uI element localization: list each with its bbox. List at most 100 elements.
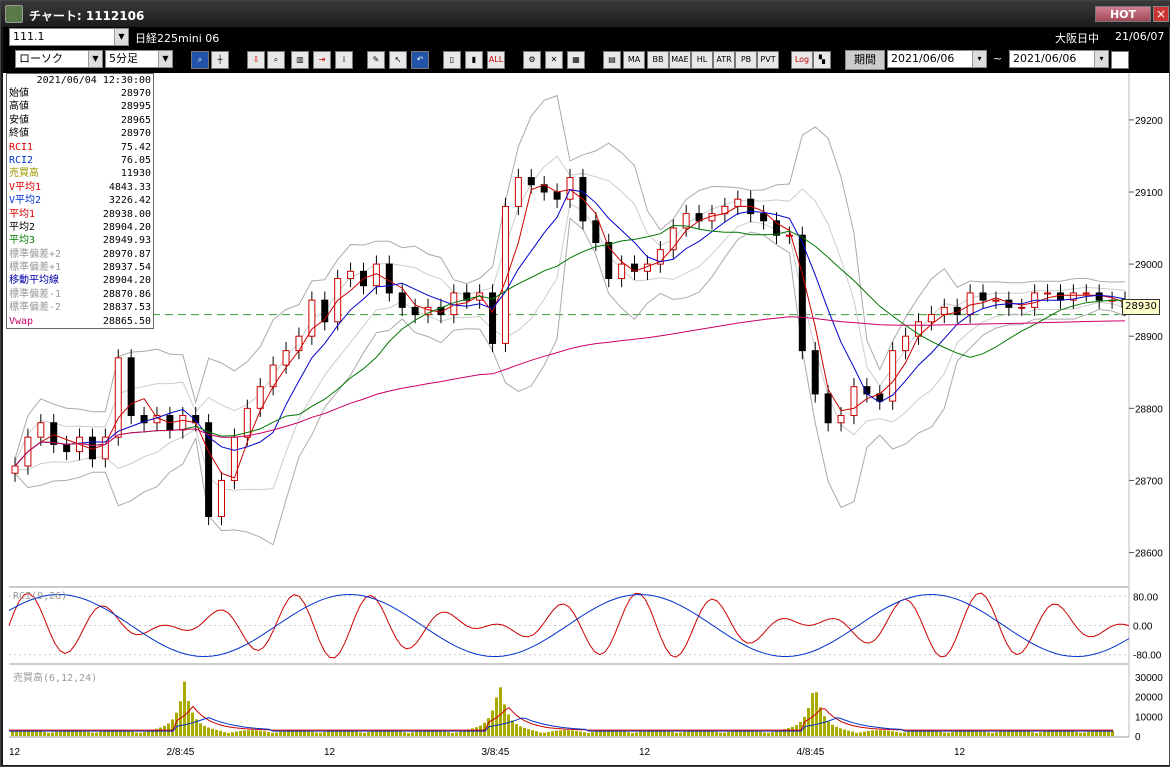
info-key: RCI1 — [9, 141, 34, 153]
volume-bar — [639, 731, 642, 736]
volume-bar — [907, 731, 910, 736]
volume-bar — [51, 732, 54, 736]
chevron-down-icon[interactable]: ▼ — [88, 51, 102, 67]
volume-bar — [683, 731, 686, 736]
candle-body — [385, 263, 393, 294]
interval-value: 5分足 — [109, 52, 138, 65]
hl-button[interactable]: HL — [691, 51, 713, 69]
volume-bar — [903, 732, 906, 736]
mae-button[interactable]: MAE — [669, 51, 691, 69]
y-tick-label: 28900 — [1135, 332, 1163, 343]
volume-bar — [899, 732, 902, 736]
volume-bar — [211, 728, 214, 736]
toolbar: ローソク ▼ 5分足 ▼ ⌕ ┼ ⇩ ⌕ ▥ ⇥ i ✎ ↖ ↶ ▯ ▮ ALL… — [3, 47, 1169, 73]
bb-button[interactable]: BB — [647, 51, 669, 69]
crosshair-icon[interactable]: ┼ — [211, 51, 229, 69]
volume-tick-label: 0 — [1135, 732, 1141, 743]
info-value: 28904.20 — [102, 221, 151, 233]
calendar-icon[interactable]: ▾ — [972, 51, 986, 67]
volume-bar — [411, 732, 414, 736]
volume-bar — [59, 730, 62, 736]
volume-bar — [719, 732, 722, 736]
chart-type-select[interactable]: ローソク ▼ — [15, 50, 103, 68]
app-icon — [5, 5, 23, 23]
volume-bar — [635, 732, 638, 736]
info-row: 高値 28995 — [7, 100, 153, 113]
bar-chart-icon[interactable]: ▥ — [291, 51, 309, 69]
undo-icon[interactable]: ↶ — [411, 51, 429, 69]
atr-button[interactable]: ATR — [713, 51, 735, 69]
volume-bar — [575, 730, 578, 736]
all-button[interactable]: ALL — [487, 51, 505, 69]
info-key: 平均2 — [9, 221, 36, 233]
pb-button[interactable]: PB — [735, 51, 757, 69]
volume-bar — [283, 731, 286, 736]
volume-bar — [583, 732, 586, 736]
volume-bar — [235, 731, 238, 736]
rci-tick-label: -80.00 — [1133, 651, 1162, 662]
volume-bar — [551, 731, 554, 736]
volume-bar — [767, 732, 770, 736]
volume-bar — [275, 732, 278, 736]
candle-body — [398, 292, 406, 308]
volume-bar — [191, 712, 194, 736]
info-key: Vwap — [9, 315, 34, 327]
chart-area[interactable]: 29200 29100 29000 28900 28800 28700 28600 12 2/8… — [3, 73, 1169, 765]
volume-bar — [323, 731, 326, 736]
arrow-icon[interactable]: ↖ — [389, 51, 407, 69]
zoom-icon[interactable]: ⌕ — [191, 51, 209, 69]
volume-bar — [351, 730, 354, 736]
volume-bar — [1075, 732, 1078, 736]
pvt-button[interactable]: PVT — [757, 51, 779, 69]
volume-bar — [91, 732, 94, 736]
candle-b-icon[interactable]: ▮ — [465, 51, 483, 69]
period-checkbox[interactable] — [1111, 51, 1129, 69]
exit-icon[interactable]: ⇥ — [313, 51, 331, 69]
volume-bar — [1047, 730, 1050, 736]
log-button[interactable]: Log — [791, 51, 813, 69]
candle-body — [850, 386, 858, 417]
volume-bar — [887, 730, 890, 736]
volume-bar — [447, 732, 450, 736]
candle-body — [618, 263, 626, 280]
interval-select[interactable]: 5分足 ▼ — [105, 50, 173, 68]
volume-bar — [11, 731, 14, 736]
info-icon[interactable]: i — [335, 51, 353, 69]
wrench-icon[interactable]: ✕ — [545, 51, 563, 69]
tools-icon[interactable]: ⚙ — [523, 51, 541, 69]
info-key: 始値 — [9, 88, 29, 99]
grid-icon[interactable]: ▚ — [813, 51, 831, 69]
info-row: 売買高 11930 — [7, 167, 153, 180]
volume-bar — [263, 731, 266, 736]
volume-bar — [823, 716, 826, 736]
volume-bar — [863, 731, 866, 736]
volume-bar — [835, 726, 838, 736]
calendar-icon[interactable]: ▾ — [1094, 51, 1108, 67]
volume-bar — [771, 732, 774, 736]
title-bar: チャート: 1112106 HOT × — [1, 1, 1170, 27]
symbol-combo[interactable]: 111.1 ▼ — [9, 28, 129, 46]
indicator-icon[interactable]: ▤ — [603, 51, 621, 69]
info-key: 標準偏差-2 — [9, 302, 62, 314]
magnify-icon[interactable]: ⌕ — [267, 51, 285, 69]
info-value: 75.42 — [120, 141, 151, 153]
volume-bar — [215, 729, 218, 736]
ma-button[interactable]: MA — [623, 51, 645, 69]
chevron-down-icon[interactable]: ▼ — [158, 51, 172, 67]
palette-icon[interactable]: ▦ — [567, 51, 585, 69]
volume-bar — [715, 731, 718, 736]
candle-body — [489, 292, 497, 344]
period-button[interactable]: 期間 — [845, 50, 885, 70]
from-date-picker[interactable]: 2021/06/06 ▾ — [887, 50, 987, 68]
close-button[interactable]: × — [1153, 6, 1169, 22]
to-date-picker[interactable]: 2021/06/06 ▾ — [1009, 50, 1109, 68]
volume-bar — [947, 732, 950, 736]
info-key: 高値 — [9, 101, 29, 113]
download-icon[interactable]: ⇩ — [247, 51, 265, 69]
candle-a-icon[interactable]: ▯ — [443, 51, 461, 69]
to-date-value: 2021/06/06 — [1013, 52, 1077, 65]
chevron-down-icon[interactable]: ▼ — [114, 29, 128, 45]
pen-icon[interactable]: ✎ — [367, 51, 385, 69]
hot-button[interactable]: HOT — [1095, 6, 1151, 22]
instrument-name: 日経225mini 06 — [135, 32, 220, 45]
